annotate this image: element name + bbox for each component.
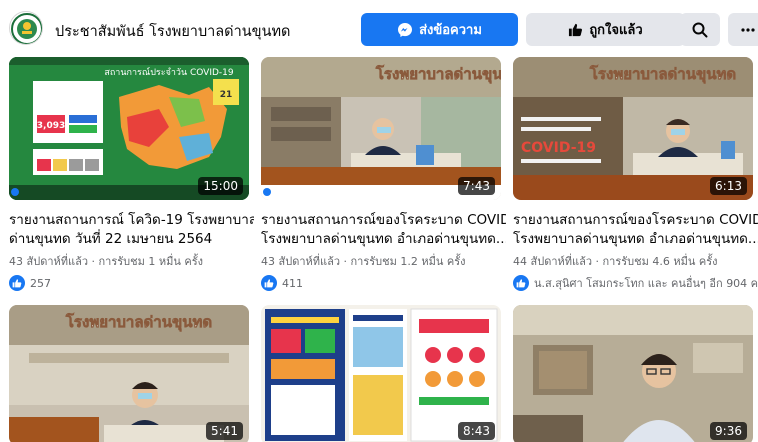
thumb-daily-count: 21 <box>220 90 233 100</box>
video-meta: 44 สัปดาห์ที่แล้ว · การรับชม 4.6 หมื่น ค… <box>513 255 718 268</box>
thumb-total-cases: 3,093 <box>37 121 65 131</box>
more-options-button[interactable] <box>728 13 758 46</box>
video-thumbnail[interactable]: โรงพยาบาลด่านขุนทด 7:43 <box>261 57 501 200</box>
liked-button[interactable]: ถูกใจแล้ว <box>526 13 685 46</box>
search-icon <box>692 22 708 37</box>
video-meta: 43 สัปดาห์ที่แล้ว · การรับชม 1.2 หมื่น ค… <box>261 255 466 268</box>
video-thumbnail[interactable]: 9:36 <box>513 305 753 442</box>
like-reaction-icon <box>9 275 25 291</box>
video-meta: 43 สัปดาห์ที่แล้ว · การรับชม 1 หมื่น ครั… <box>9 255 204 268</box>
reaction-summary[interactable]: 411 <box>261 274 303 292</box>
reaction-summary[interactable]: น.ส.สุนิศา โสมกระโทก และ คนอื่นๆ อีก 904… <box>513 274 758 292</box>
reaction-names: น.ส.สุนิศา โสมกระโทก และ คนอื่นๆ อีก 904… <box>534 277 758 290</box>
search-button[interactable] <box>680 13 720 46</box>
video-thumbnail[interactable]: โรงพยาบาลด่านขุนทด 5:41 <box>9 305 249 442</box>
video-duration: 9:36 <box>710 422 747 440</box>
video-thumbnail[interactable]: โรงพยาบาลด่านขุนทด COVID-19 6:13 <box>513 57 753 200</box>
video-duration: 7:43 <box>458 177 495 195</box>
liked-label: ถูกใจแล้ว <box>589 23 643 38</box>
thumb-title: สถานการณ์ประจำวัน COVID-19 <box>104 66 234 78</box>
video-duration: 15:00 <box>198 177 243 195</box>
video-duration: 8:43 <box>458 422 495 440</box>
thumb-title: โรงพยาบาลด่านขุนทด <box>375 64 501 84</box>
like-reaction-icon <box>513 275 529 291</box>
video-title-line1: รายงานสถานการณ์ของโรคระบาด COVID-19 <box>513 212 758 228</box>
video-title[interactable]: รายงานสถานการณ์ของโรคระบาด COVID-19 โรงพ… <box>513 211 758 249</box>
video-title[interactable]: รายงานสถานการณ์ โควิด-19 โรงพยาบาล ด่านข… <box>9 211 254 249</box>
video-title-line1: รายงานสถานการณ์ของโรคระบาด COVID-19 <box>261 212 506 228</box>
reaction-count: 257 <box>30 276 51 290</box>
thumb-covid-label: COVID-19 <box>521 140 596 156</box>
send-message-button[interactable]: ส่งข้อความ <box>361 13 518 46</box>
thumbs-up-icon <box>568 22 583 37</box>
video-duration: 6:13 <box>710 177 747 195</box>
send-message-label: ส่งข้อความ <box>419 23 482 38</box>
video-thumbnail[interactable]: 8:43 <box>261 305 501 442</box>
video-title[interactable]: รายงานสถานการณ์ของโรคระบาด COVID-19 โรงพ… <box>261 211 506 249</box>
more-icon <box>741 27 755 32</box>
thumb-title: โรงพยาบาลด่านขุนทด <box>589 64 736 84</box>
video-thumbnail[interactable]: สถานการณ์ประจำวัน COVID-19 3,093 21 15:0… <box>9 57 249 200</box>
page-logo[interactable] <box>9 11 43 45</box>
page-header: ประชาสัมพันธ์ โรงพยาบาลด่านขุนทด ส่งข้อค… <box>0 0 758 55</box>
video-title-line1: รายงานสถานการณ์ โควิด-19 โรงพยาบาล <box>9 212 254 228</box>
like-reaction-icon <box>261 275 277 291</box>
video-title-line2: โรงพยาบาลด่านขุนทด อำเภอด่านขุนทด... <box>513 231 758 247</box>
page-name[interactable]: ประชาสัมพันธ์ โรงพยาบาลด่านขุนทด <box>55 20 290 43</box>
video-duration: 5:41 <box>206 422 243 440</box>
video-title-line2: โรงพยาบาลด่านขุนทด อำเภอด่านขุนทด... <box>261 231 506 247</box>
thumb-title: โรงพยาบาลด่านขุนทด <box>65 312 212 332</box>
video-title-line2: ด่านขุนทด วันที่ 22 เมษายน 2564 <box>9 231 213 247</box>
hospital-seal-icon <box>11 13 42 44</box>
reaction-summary[interactable]: 257 <box>9 274 51 292</box>
messenger-icon <box>397 22 413 38</box>
reaction-count: 411 <box>282 276 303 290</box>
